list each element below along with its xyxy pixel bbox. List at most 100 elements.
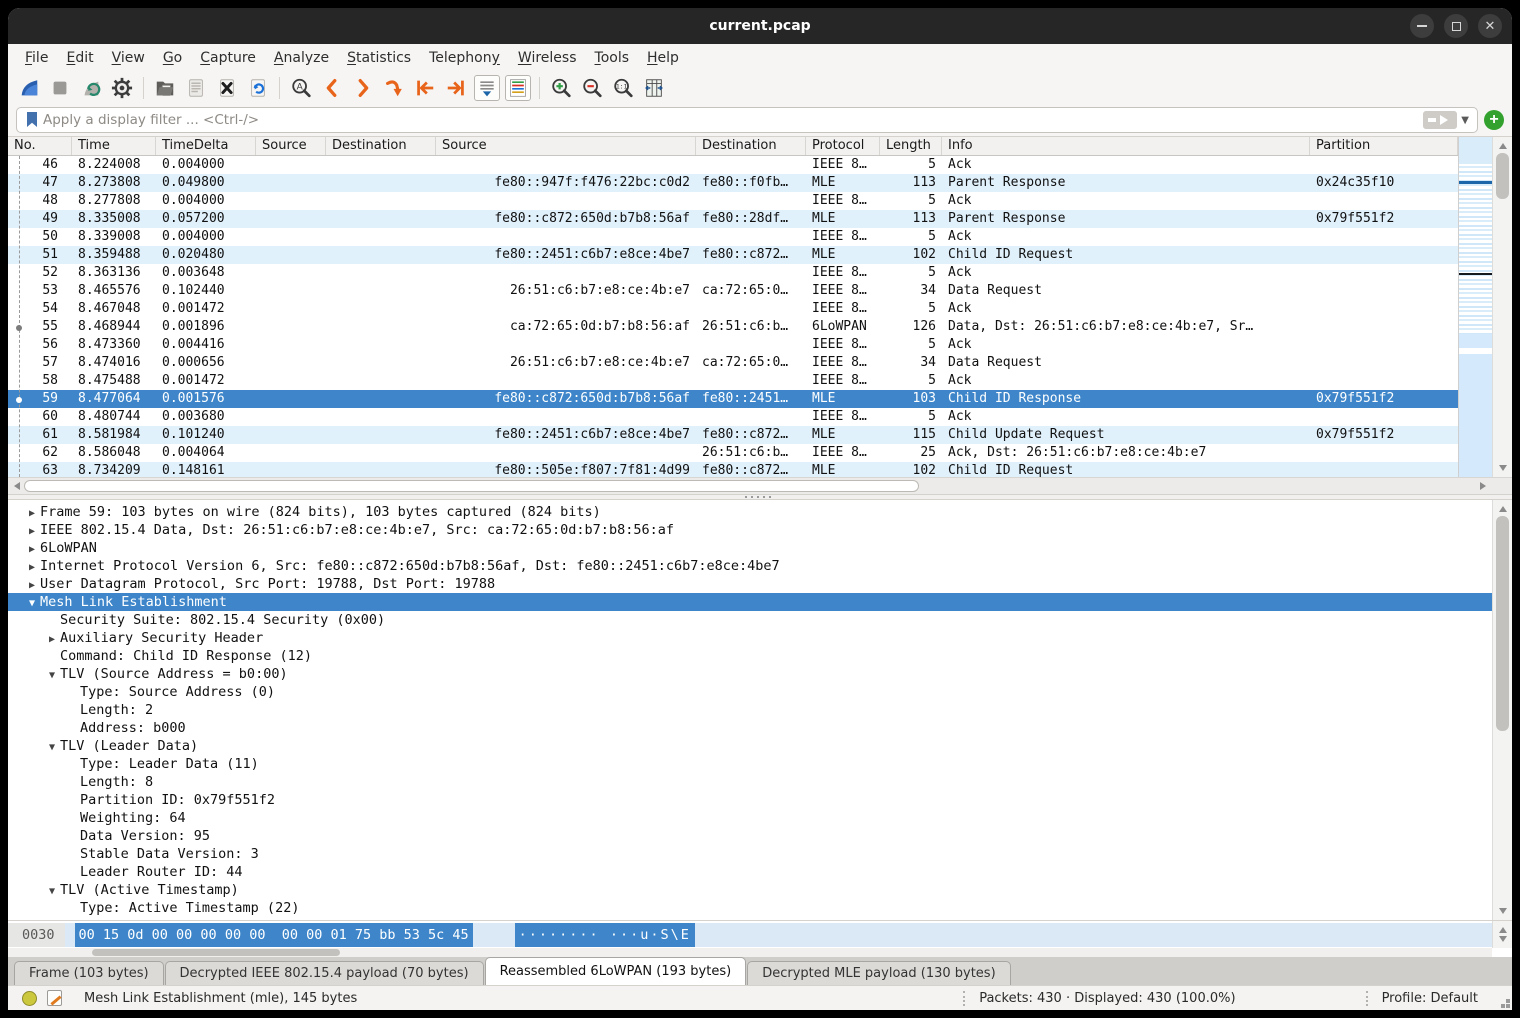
hscrollbar-thumb[interactable] [24, 480, 919, 492]
packet-row-51[interactable]: 518.3594880.020480fe80::2451:c6b7:e8ce:4… [8, 246, 1458, 264]
scroll-left-icon[interactable] [8, 478, 22, 494]
detail-line-0[interactable]: ▶Frame 59: 103 bytes on wire (824 bits),… [8, 503, 1492, 521]
go-back-icon[interactable] [319, 75, 345, 101]
tree-expanded-icon[interactable]: ▼ [24, 595, 40, 613]
column-header-src_res[interactable]: Source [256, 137, 326, 155]
open-file-icon[interactable] [152, 75, 178, 101]
scrollbar-thumb[interactable] [1496, 153, 1509, 199]
maximize-button[interactable] [1444, 14, 1468, 38]
zoom-out-icon[interactable] [579, 75, 605, 101]
scroll-up-icon[interactable] [1493, 921, 1512, 935]
go-to-packet-icon[interactable] [381, 75, 407, 101]
tree-expanded-icon[interactable]: ▼ [44, 883, 60, 901]
capture-options-icon[interactable] [109, 75, 135, 101]
packet-row-48[interactable]: 488.2778080.004000IEEE 8…5Ack [8, 192, 1458, 210]
detail-line-5[interactable]: ▼Mesh Link Establishment [8, 593, 1492, 611]
byte-view-tab-1[interactable]: Decrypted IEEE 802.15.4 payload (70 byte… [165, 961, 484, 985]
hex-ascii-selected[interactable]: ········ ···u·S\E [515, 923, 695, 947]
menu-wireless[interactable]: Wireless [509, 47, 586, 69]
column-header-time[interactable]: Time [72, 137, 156, 155]
byte-view-tab-2[interactable]: Reassembled 6LoWPAN (193 bytes) [485, 957, 747, 985]
detail-line-9[interactable]: ▼TLV (Source Address = b0:00) [8, 665, 1492, 683]
column-header-no[interactable]: No. [8, 137, 72, 155]
tree-expanded-icon[interactable]: ▼ [44, 667, 60, 685]
zoom-in-icon[interactable] [548, 75, 574, 101]
restart-capture-icon[interactable] [78, 75, 104, 101]
go-last-packet-icon[interactable] [443, 75, 469, 101]
scrollbar-thumb[interactable] [1496, 516, 1509, 731]
go-first-packet-icon[interactable] [412, 75, 438, 101]
packet-row-47[interactable]: 478.2738080.049800fe80::947f:f476:22bc:c… [8, 174, 1458, 192]
packet-row-57[interactable]: 578.4740160.00065626:51:c6:b7:e8:ce:4b:e… [8, 354, 1458, 372]
scroll-right-icon[interactable] [1478, 478, 1492, 494]
packet-row-61[interactable]: 618.5819840.101240fe80::2451:c6b7:e8ce:4… [8, 426, 1458, 444]
packet-row-62[interactable]: 628.5860480.00406426:51:c6:b…IEEE 8…25Ac… [8, 444, 1458, 462]
packet-row-60[interactable]: 608.4807440.003680IEEE 8…5Ack [8, 408, 1458, 426]
scroll-up-icon[interactable] [1493, 500, 1512, 514]
detail-line-15[interactable]: Length: 8 [8, 773, 1492, 791]
detail-line-10[interactable]: Type: Source Address (0) [8, 683, 1492, 701]
detail-line-13[interactable]: ▼TLV (Leader Data) [8, 737, 1492, 755]
resize-columns-icon[interactable] [641, 75, 667, 101]
detail-line-3[interactable]: ▶Internet Protocol Version 6, Src: fe80:… [8, 557, 1492, 575]
display-filter-box[interactable]: ▼ [16, 107, 1478, 133]
auto-scroll-toggle-icon[interactable] [474, 75, 500, 101]
bytes-scrollbar[interactable] [1492, 921, 1512, 948]
detail-line-21[interactable]: ▼TLV (Active Timestamp) [8, 881, 1492, 899]
column-header-delta[interactable]: TimeDelta [156, 137, 256, 155]
save-file-icon[interactable] [183, 75, 209, 101]
add-filter-button-icon[interactable]: + [1484, 110, 1504, 130]
detail-line-8[interactable]: Command: Child ID Response (12) [8, 647, 1492, 665]
packet-minimap[interactable] [1458, 137, 1492, 477]
colorize-toggle-icon[interactable] [505, 75, 531, 101]
scroll-down-icon[interactable] [1493, 463, 1512, 477]
detail-line-19[interactable]: Stable Data Version: 3 [8, 845, 1492, 863]
hex-row[interactable]: 0030 00 15 0d 00 00 00 00 00 00 00 01 75… [8, 923, 1492, 947]
column-header-dst[interactable]: Destination [696, 137, 806, 155]
detail-line-16[interactable]: Partition ID: 0x79f551f2 [8, 791, 1492, 809]
column-header-dst_res[interactable]: Destination [326, 137, 436, 155]
menu-capture[interactable]: Capture [191, 47, 265, 69]
byte-view-tab-0[interactable]: Frame (103 bytes) [14, 961, 164, 985]
detail-line-22[interactable]: Type: Active Timestamp (22) [8, 899, 1492, 917]
start-capture-icon[interactable] [16, 75, 42, 101]
packet-bytes-pane[interactable]: 0030 00 15 0d 00 00 00 00 00 00 00 01 75… [8, 920, 1512, 957]
scroll-down-icon[interactable] [1493, 906, 1512, 920]
resize-grip-icon[interactable] [1506, 1004, 1510, 1008]
packet-row-59[interactable]: 598.4770640.001576fe80::c872:650d:b7b8:5… [8, 390, 1458, 408]
column-header-proto[interactable]: Protocol [806, 137, 880, 155]
detail-line-18[interactable]: Data Version: 95 [8, 827, 1492, 845]
packet-row-50[interactable]: 508.3390080.004000IEEE 8…5Ack [8, 228, 1458, 246]
packet-row-63[interactable]: 638.7342090.148161fe80::505e:f807:7f81:4… [8, 462, 1458, 477]
packet-row-54[interactable]: 548.4670480.001472IEEE 8…5Ack [8, 300, 1458, 318]
reload-file-icon[interactable] [245, 75, 271, 101]
titlebar[interactable]: current.pcap ✕ [8, 8, 1512, 44]
detail-line-4[interactable]: ▶User Datagram Protocol, Src Port: 19788… [8, 575, 1492, 593]
go-forward-icon[interactable] [350, 75, 376, 101]
filter-dropdown-caret-icon[interactable]: ▼ [1457, 115, 1473, 126]
apply-filter-icon[interactable] [1423, 111, 1457, 129]
detail-scrollbar[interactable] [1492, 500, 1512, 920]
stop-capture-icon[interactable] [47, 75, 73, 101]
column-header-info[interactable]: Info [942, 137, 1310, 155]
detail-line-17[interactable]: Weighting: 64 [8, 809, 1492, 827]
zoom-reset-icon[interactable]: 1:1 [610, 75, 636, 101]
detail-line-12[interactable]: Address: b000 [8, 719, 1492, 737]
scroll-up-icon[interactable] [1493, 137, 1512, 151]
packet-list-scrollbar[interactable] [1492, 137, 1512, 477]
packet-row-49[interactable]: 498.3350080.057200fe80::c872:650d:b7b8:5… [8, 210, 1458, 228]
column-header-len[interactable]: Length [880, 137, 942, 155]
detail-line-1[interactable]: ▶IEEE 802.15.4 Data, Dst: 26:51:c6:b7:e8… [8, 521, 1492, 539]
packet-row-52[interactable]: 528.3631360.003648IEEE 8…5Ack [8, 264, 1458, 282]
detail-line-2[interactable]: ▶6LoWPAN [8, 539, 1492, 557]
menu-tools[interactable]: Tools [586, 47, 639, 69]
expert-info-icon[interactable] [22, 991, 37, 1006]
column-header-src[interactable]: Source [436, 137, 696, 155]
packet-row-55[interactable]: 558.4689440.001896ca:72:65:0d:b7:b8:56:a… [8, 318, 1458, 336]
minimize-button[interactable] [1410, 14, 1434, 38]
scroll-down-icon[interactable] [1493, 934, 1512, 948]
close-file-icon[interactable] [214, 75, 240, 101]
display-filter-input[interactable] [43, 112, 1423, 128]
detail-line-6[interactable]: Security Suite: 802.15.4 Security (0x00) [8, 611, 1492, 629]
capture-comment-icon[interactable] [47, 990, 62, 1006]
